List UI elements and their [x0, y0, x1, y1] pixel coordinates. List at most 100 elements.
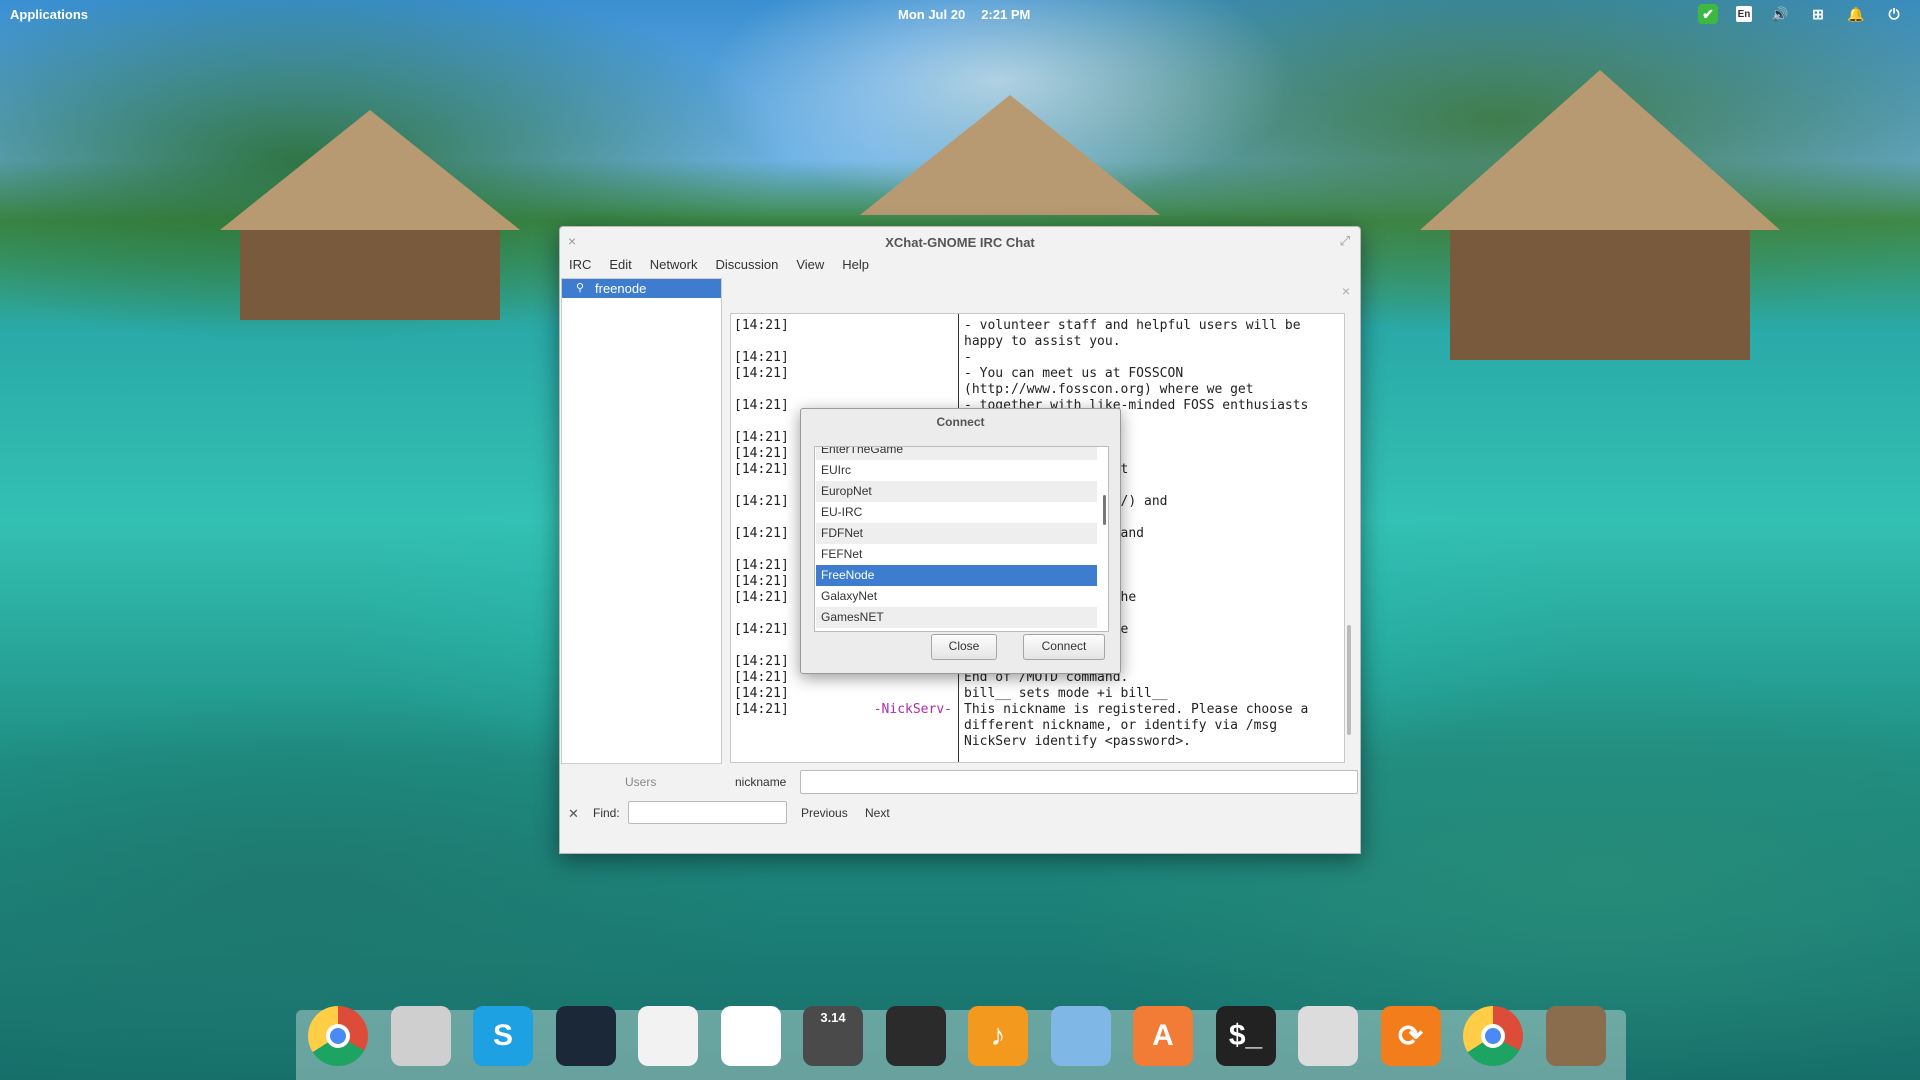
gimp-icon[interactable] — [1545, 1006, 1606, 1066]
network-list-item[interactable]: FreeNode — [816, 565, 1097, 586]
chat-message: different nickname, or identify via /msg — [964, 718, 1278, 733]
steam-icon[interactable] — [555, 1006, 616, 1066]
chat-timestamp: [14:21] — [734, 350, 789, 365]
chat-timestamp: [14:21] — [734, 590, 789, 605]
menu-view[interactable]: View — [787, 253, 833, 277]
menu-discussion[interactable]: Discussion — [706, 253, 787, 277]
message-input[interactable] — [800, 770, 1358, 794]
chat-message: bill__ sets mode +i bill__ — [964, 686, 1168, 701]
chat-timestamp: [14:21] — [734, 398, 789, 413]
volume-icon[interactable]: 🔊 — [1770, 4, 1790, 24]
find-input[interactable] — [628, 801, 787, 824]
chat-line: [14:21] - volunteer staff and helpful use… — [731, 318, 1344, 334]
chat-timestamp: [14:21] — [734, 526, 789, 541]
dialog-title: Connect — [936, 415, 985, 429]
chat-line: [14:21] - You can meet us at FOSSCON — [731, 366, 1344, 382]
network-list[interactable]: EnterTheGame EUIrc EuropNet EU-IRC FDFNet FEF… — [814, 446, 1109, 632]
app-center-glyph: A — [1152, 1019, 1174, 1052]
maximize-icon[interactable]: ⤢ — [1340, 233, 1350, 249]
menu-bar: IRC Edit Network Discussion View Help — [560, 253, 878, 277]
network-list-item[interactable]: EuropNet — [816, 481, 1097, 502]
network-list-item[interactable]: GalaxyNet — [816, 586, 1097, 607]
network-list-item[interactable]: EnterTheGame — [816, 447, 1097, 460]
screenshot-icon[interactable] — [885, 1006, 946, 1066]
menu-edit[interactable]: Edit — [600, 253, 640, 277]
network-label: freenode — [595, 281, 647, 296]
chat-timestamp: [14:21] — [734, 318, 789, 333]
check-shield-icon[interactable]: ✔ — [1698, 4, 1718, 24]
calculator-glyph: 3.14 — [820, 1010, 846, 1025]
connect-dialog: Connect EnterTheGame EUIrc EuropNet EU-IRC F… — [800, 408, 1121, 674]
power-icon[interactable]: ⏻ — [1884, 4, 1904, 24]
chat-timestamp: [14:21] — [734, 494, 789, 509]
notifications-icon[interactable]: 🔔 — [1846, 4, 1866, 24]
close-find-icon[interactable]: ✕ — [568, 806, 579, 822]
music-icon[interactable]: ♪ — [968, 1006, 1028, 1066]
calendar-icon[interactable] — [638, 1006, 698, 1066]
skype-icon[interactable]: S — [473, 1006, 533, 1066]
connect-button[interactable]: Connect — [1023, 634, 1105, 660]
chat-line: [14:21] bill__ sets mode +i bill__ — [731, 686, 1344, 702]
clock-time: 2:21 PM — [981, 7, 1031, 22]
chat-timestamp: [14:21] — [734, 574, 789, 589]
network-item-freenode[interactable]: ⚲ freenode — [562, 279, 721, 298]
top-panel: Applications Mon Jul 20 2:21 PM ✔ En 🔊 ⊞ … — [0, 0, 1920, 28]
update-glyph: ⟳ — [1397, 1019, 1424, 1053]
chat-timestamp: [14:21] — [734, 558, 789, 573]
chrome-icon[interactable] — [308, 1006, 368, 1066]
chat-timestamp: [14:21] — [734, 654, 789, 669]
chat-message: happy to assist you. — [964, 334, 1121, 349]
chat-message: - You can meet us at FOSSCON — [964, 366, 1184, 381]
switchboard-icon[interactable] — [1298, 1006, 1358, 1066]
network-list-item[interactable]: EU-IRC — [816, 502, 1097, 523]
system-tray: ✔ En 🔊 ⊞ 🔔 ⏻ — [1698, 4, 1904, 24]
chat-line: different nickname, or identify via /msg — [731, 718, 1344, 734]
nickname-button[interactable]: nickname — [735, 775, 786, 789]
chat-nick: -NickServ- — [873, 702, 952, 717]
find-bar: ✕ Find: Previous Next — [560, 797, 1360, 827]
find-previous-button[interactable]: Previous — [801, 806, 848, 820]
find-next-button[interactable]: Next — [865, 806, 890, 820]
photos-icon[interactable] — [1050, 1006, 1111, 1066]
network-list-scrollbar[interactable] — [1103, 495, 1106, 525]
chat-line: [14:21] - — [731, 350, 1344, 366]
chat-scrollbar[interactable] — [1347, 625, 1351, 735]
chrome-icon[interactable] — [1463, 1006, 1523, 1066]
chat-line: (http://www.fosscon.org) where we get — [731, 382, 1344, 398]
app-center-icon[interactable]: A — [1133, 1006, 1193, 1066]
update-icon[interactable]: ⟳ — [1380, 1006, 1441, 1066]
menu-network[interactable]: Network — [641, 253, 707, 277]
chat-timestamp: [14:21] — [734, 686, 789, 701]
home-folder-icon[interactable] — [390, 1006, 451, 1066]
window-title: XChat-GNOME IRC Chat — [885, 235, 1035, 250]
dock: S 3.14 ♪ A $_ ⟳ — [296, 1006, 1626, 1080]
chat-timestamp: [14:21] — [734, 622, 789, 637]
chat-message: NickServ identify <password>. — [964, 734, 1191, 749]
chat-timestamp: [14:21] — [734, 462, 789, 477]
menu-help[interactable]: Help — [833, 253, 878, 277]
calculator-icon[interactable]: 3.14 — [803, 1006, 863, 1066]
chat-message: - — [964, 350, 972, 365]
menu-irc[interactable]: IRC — [560, 253, 600, 277]
terminal-icon[interactable]: $_ — [1215, 1006, 1276, 1066]
applications-menu[interactable]: Applications — [10, 7, 88, 22]
network-tree: ⚲ freenode — [561, 278, 722, 764]
chat-timestamp: [14:21] — [734, 446, 789, 461]
keyboard-layout-icon[interactable]: En — [1736, 6, 1752, 22]
network-list-item[interactable]: EUIrc — [816, 460, 1097, 481]
music-glyph: ♪ — [990, 1019, 1006, 1052]
chat-message: This nickname is registered. Please choo… — [964, 702, 1309, 717]
find-label: Find: — [593, 806, 620, 820]
network-list-item[interactable]: GamesNET — [816, 607, 1097, 628]
close-button[interactable]: Close — [931, 634, 997, 660]
chat-message: - volunteer staff and helpful users will… — [964, 318, 1301, 333]
document-viewer-icon[interactable] — [720, 1006, 781, 1066]
close-channel-icon[interactable]: × — [1342, 283, 1350, 299]
network-list-item[interactable]: FEFNet — [816, 544, 1097, 565]
terminal-glyph: $_ — [1228, 1019, 1263, 1052]
clock[interactable]: Mon Jul 20 2:21 PM — [898, 7, 1046, 22]
network-list-item[interactable]: FDFNet — [816, 523, 1097, 544]
network-icon[interactable]: ⊞ — [1808, 4, 1828, 24]
chat-timestamp: [14:21] — [734, 702, 789, 717]
users-label[interactable]: Users — [625, 775, 656, 789]
